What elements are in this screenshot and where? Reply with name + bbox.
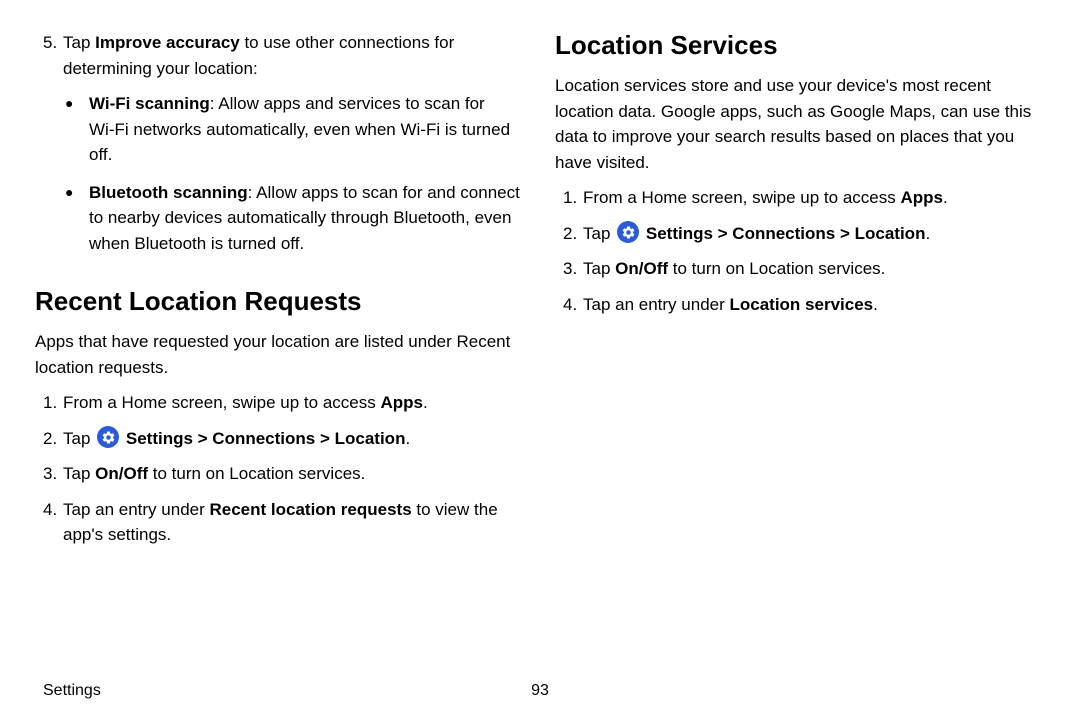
step-2: 2. Tap Settings > Connections > Location… [555,221,1045,247]
list-content: Tap Settings > Connections > Location. [583,221,1045,247]
list-content: Tap On/Off to turn on Location services. [583,256,1045,282]
list-number: 4. [35,497,63,548]
text: to turn on Location services. [668,259,885,278]
footer-section: Settings [43,682,101,700]
list-number: 5. [35,30,63,81]
left-column: 5. Tap Improve accuracy to use other con… [35,30,525,662]
right-column: Location Services Location services stor… [555,30,1045,662]
list-number: 1. [555,185,583,211]
text: From a Home screen, swipe up to access [583,188,900,207]
step-2: 2. Tap Settings > Connections > Location… [35,426,525,452]
text: . [925,224,930,243]
bold-text: Apps [380,393,423,412]
text: Tap an entry under [583,295,729,314]
bold-text: Wi‑Fi scanning [89,94,210,113]
bullet-content: Wi‑Fi scanning: Allow apps and services … [89,91,525,168]
list-number: 4. [555,292,583,318]
bold-text: Bluetooth scanning [89,183,248,202]
bullet-icon: ● [65,91,89,168]
intro-text: Apps that have requested your location a… [35,329,525,380]
list-number: 2. [35,426,63,452]
bold-text: Location services [729,295,873,314]
bullet-content: Bluetooth scanning: Allow apps to scan f… [89,180,525,257]
bold-text: On/Off [615,259,668,278]
page-number: 93 [531,682,549,700]
list-content: Tap an entry under Recent location reque… [63,497,525,548]
bold-text: Apps [900,188,943,207]
path-text: Settings > Connections > Location [121,429,405,448]
list-number: 3. [35,461,63,487]
bullet-icon: ● [65,180,89,257]
step-4: 4. Tap an entry under Recent location re… [35,497,525,548]
list-content: Tap Improve accuracy to use other connec… [63,30,525,81]
step-1: 1. From a Home screen, swipe up to acces… [555,185,1045,211]
bullet-bluetooth: ● Bluetooth scanning: Allow apps to scan… [65,180,525,257]
settings-icon [617,221,639,243]
text: Tap [63,429,95,448]
heading-recent-requests: Recent Location Requests [35,286,525,317]
text: Tap [583,224,615,243]
text: Tap [583,259,615,278]
bold-text: Improve accuracy [95,33,240,52]
text: . [423,393,428,412]
text: Tap [63,33,95,52]
text: . [943,188,948,207]
path-text: Settings > Connections > Location [641,224,925,243]
list-item-5: 5. Tap Improve accuracy to use other con… [35,30,525,81]
step-4: 4. Tap an entry under Location services. [555,292,1045,318]
list-content: Tap On/Off to turn on Location services. [63,461,525,487]
settings-icon [97,426,119,448]
text: . [873,295,878,314]
step-3: 3. Tap On/Off to turn on Location servic… [555,256,1045,282]
text: Tap an entry under [63,500,209,519]
list-number: 1. [35,390,63,416]
list-number: 3. [555,256,583,282]
bold-text: Recent location requests [209,500,411,519]
list-content: From a Home screen, swipe up to access A… [63,390,525,416]
bold-text: On/Off [95,464,148,483]
text: to turn on Location services. [148,464,365,483]
text: Tap [63,464,95,483]
list-content: Tap an entry under Location services. [583,292,1045,318]
heading-location-services: Location Services [555,30,1045,61]
list-content: From a Home screen, swipe up to access A… [583,185,1045,211]
text: From a Home screen, swipe up to access [63,393,380,412]
content-area: 5. Tap Improve accuracy to use other con… [35,30,1045,662]
intro-text: Location services store and use your dev… [555,73,1045,175]
list-number: 2. [555,221,583,247]
list-content: Tap Settings > Connections > Location. [63,426,525,452]
step-1: 1. From a Home screen, swipe up to acces… [35,390,525,416]
bullet-wifi: ● Wi‑Fi scanning: Allow apps and service… [65,91,525,168]
step-3: 3. Tap On/Off to turn on Location servic… [35,461,525,487]
footer: Settings 93 [35,682,1045,700]
text: . [405,429,410,448]
